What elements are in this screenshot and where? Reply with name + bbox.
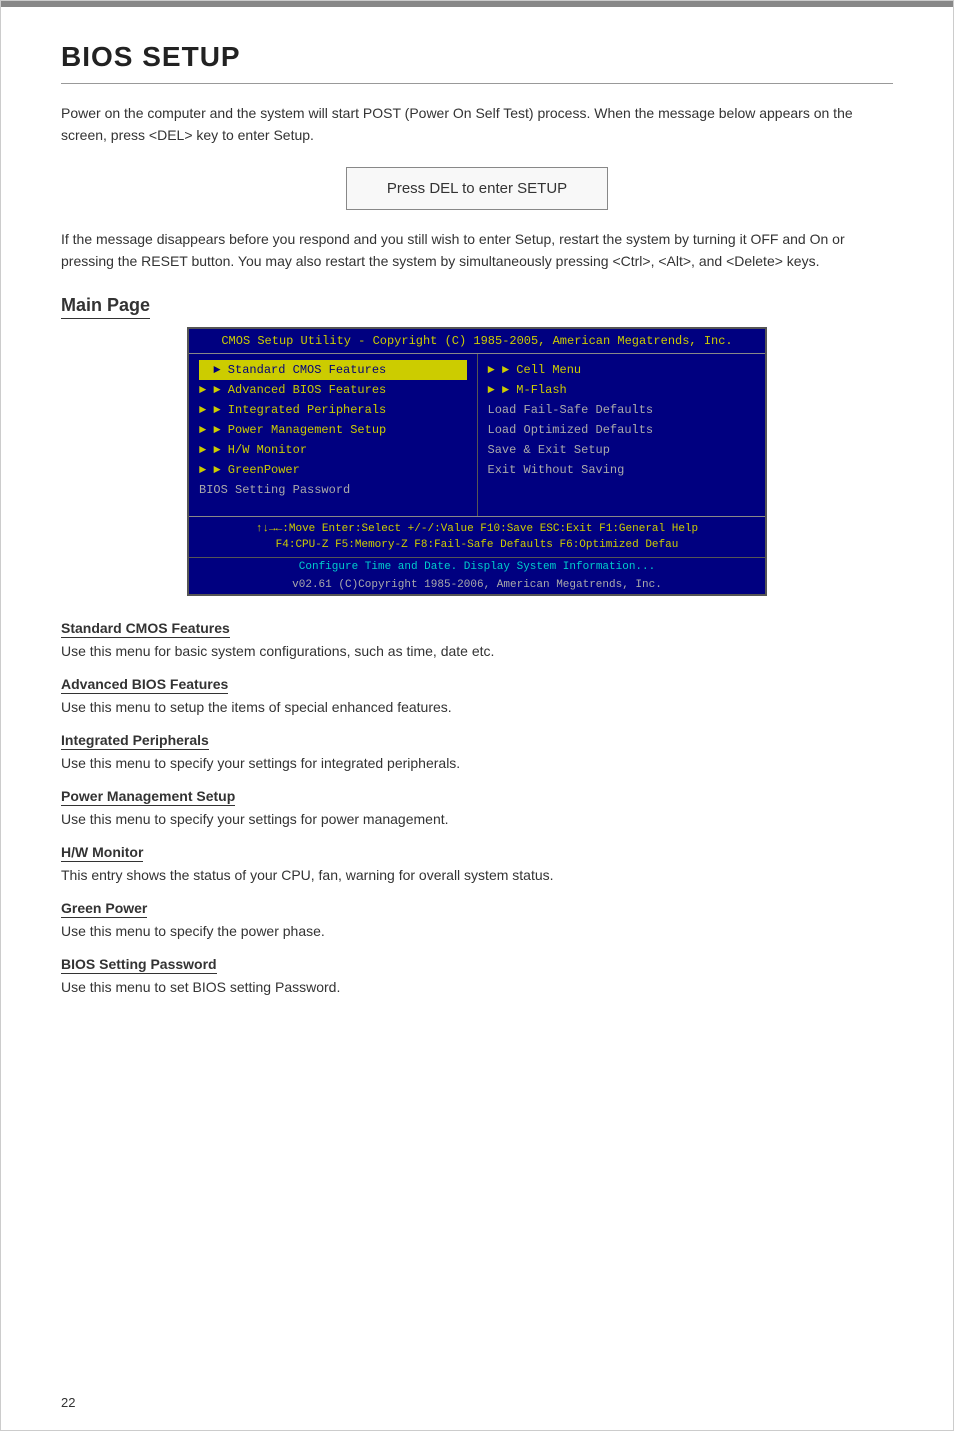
- main-page-heading: Main Page: [61, 295, 150, 319]
- menu-section-2: Integrated Peripherals Use this menu to s…: [61, 732, 893, 774]
- menu-section-title-5: Green Power: [61, 900, 147, 918]
- bios-left-item-0[interactable]: ► Standard CMOS Features: [199, 360, 467, 380]
- bios-right-menu: ► Cell Menu► M-Flash Load Fail-Safe Defa…: [478, 354, 766, 516]
- page: BIOS SETUP Power on the computer and the…: [0, 0, 954, 1431]
- menu-section-title-2: Integrated Peripherals: [61, 732, 209, 750]
- bios-header: CMOS Setup Utility - Copyright (C) 1985-…: [189, 329, 765, 354]
- intro-paragraph: Power on the computer and the system wil…: [61, 102, 893, 147]
- page-number: 22: [61, 1395, 75, 1410]
- menu-section-desc-0: Use this menu for basic system configura…: [61, 641, 893, 662]
- after-del-paragraph: If the message disappears before you res…: [61, 228, 893, 273]
- menu-section-6: BIOS Setting Password Use this menu to se…: [61, 956, 893, 998]
- menu-section-title-4: H/W Monitor: [61, 844, 143, 862]
- menu-section-desc-3: Use this menu to specify your settings f…: [61, 809, 893, 830]
- bios-version-line: v02.61 (C)Copyright 1985-2006, American …: [189, 576, 765, 594]
- top-border: [1, 1, 953, 7]
- menu-section-desc-5: Use this menu to specify the power phase…: [61, 921, 893, 942]
- menu-section-desc-2: Use this menu to specify your settings f…: [61, 753, 893, 774]
- bios-status-line: Configure Time and Date. Display System …: [189, 557, 765, 576]
- menu-section-5: Green Power Use this menu to specify the …: [61, 900, 893, 942]
- menu-section-1: Advanced BIOS Features Use this menu to s…: [61, 676, 893, 718]
- press-del-message: Press DEL to enter SETUP: [346, 167, 608, 210]
- menu-section-0: Standard CMOS Features Use this menu for …: [61, 620, 893, 662]
- bios-footer-line2: F4:CPU-Z F5:Memory-Z F8:Fail-Safe Defaul…: [197, 537, 757, 553]
- bios-right-item-5[interactable]: Exit Without Saving: [488, 460, 756, 480]
- bios-right-item-1[interactable]: ► M-Flash: [488, 380, 756, 400]
- title-divider: [61, 83, 893, 84]
- bios-left-item-5[interactable]: ► GreenPower: [199, 460, 467, 480]
- bios-left-item-4[interactable]: ► H/W Monitor: [199, 440, 467, 460]
- menu-section-4: H/W Monitor This entry shows the status o…: [61, 844, 893, 886]
- page-title: BIOS SETUP: [61, 41, 893, 73]
- menu-section-desc-6: Use this menu to set BIOS setting Passwo…: [61, 977, 893, 998]
- menu-section-title-1: Advanced BIOS Features: [61, 676, 228, 694]
- menu-section-desc-1: Use this menu to setup the items of spec…: [61, 697, 893, 718]
- bios-screen: CMOS Setup Utility - Copyright (C) 1985-…: [187, 327, 767, 596]
- bios-left-item-3[interactable]: ► Power Management Setup: [199, 420, 467, 440]
- bios-footer-line1: ↑↓→←:Move Enter:Select +/-/:Value F10:Sa…: [197, 521, 757, 537]
- menu-descriptions: Standard CMOS Features Use this menu for …: [61, 620, 893, 998]
- bios-left-item-6[interactable]: BIOS Setting Password: [199, 480, 467, 500]
- menu-section-desc-4: This entry shows the status of your CPU,…: [61, 865, 893, 886]
- menu-section-title-0: Standard CMOS Features: [61, 620, 230, 638]
- press-del-box: Press DEL to enter SETUP: [267, 167, 687, 210]
- bios-left-item-2[interactable]: ► Integrated Peripherals: [199, 400, 467, 420]
- bios-content: ► Standard CMOS Features► Advanced BIOS …: [189, 354, 765, 516]
- menu-section-title-6: BIOS Setting Password: [61, 956, 217, 974]
- bios-right-item-4[interactable]: Save & Exit Setup: [488, 440, 756, 460]
- bios-right-item-2[interactable]: Load Fail-Safe Defaults: [488, 400, 756, 420]
- menu-section-title-3: Power Management Setup: [61, 788, 235, 806]
- menu-section-3: Power Management Setup Use this menu to s…: [61, 788, 893, 830]
- bios-right-item-3[interactable]: Load Optimized Defaults: [488, 420, 756, 440]
- bios-left-menu: ► Standard CMOS Features► Advanced BIOS …: [189, 354, 478, 516]
- bios-right-item-0[interactable]: ► Cell Menu: [488, 360, 756, 380]
- bios-footer: ↑↓→←:Move Enter:Select +/-/:Value F10:Sa…: [189, 516, 765, 557]
- bios-left-item-1[interactable]: ► Advanced BIOS Features: [199, 380, 467, 400]
